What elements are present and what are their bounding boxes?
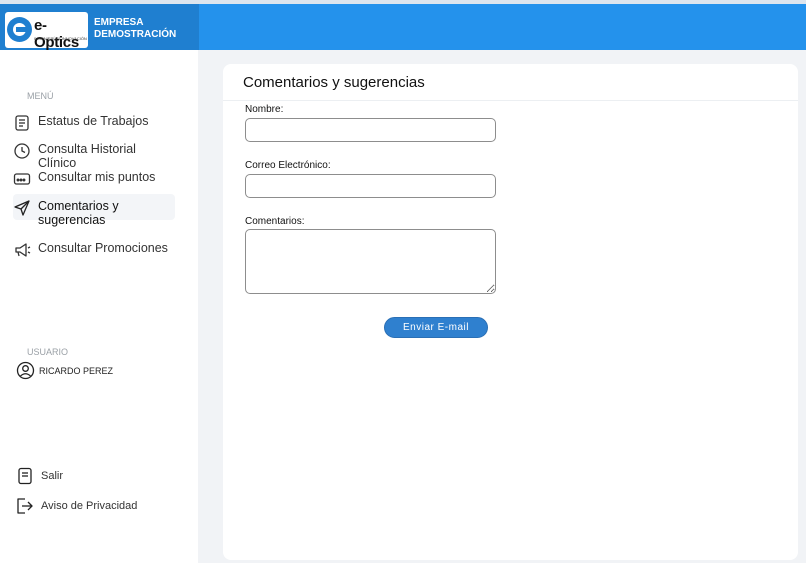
privacy-label: Aviso de Privacidad — [41, 500, 138, 512]
sidebar-item-label: Consulta Historial Clínico — [38, 142, 136, 170]
feedback-card: Comentarios y sugerencias Nombre: Correo… — [223, 64, 798, 560]
comments-textarea[interactable] — [245, 229, 496, 294]
logout-link[interactable]: Salir — [16, 467, 178, 485]
sidebar-item-label: Comentarios y sugerencias — [38, 199, 119, 227]
comments-label: Comentarios: — [245, 216, 305, 227]
logo-name: e-Optics — [34, 17, 79, 51]
megaphone-icon — [13, 241, 31, 259]
sidebar-item-promociones[interactable]: Consultar Promociones — [13, 241, 175, 259]
logout-icon — [16, 467, 34, 485]
logo[interactable]: e-Optics INGENIERÍA & INNOVACIÓN — [5, 12, 88, 51]
company-name: EMPRESA DEMOSTRACIÓN — [94, 17, 176, 41]
user-name: RICARDO PEREZ — [39, 365, 114, 376]
send-icon — [13, 199, 31, 217]
card-icon — [13, 170, 31, 188]
clock-icon — [13, 142, 31, 160]
name-label: Nombre: — [245, 104, 284, 115]
user-info: RICARDO PEREZ — [16, 361, 113, 380]
sidebar-item-label: Estatus de Trabajos — [38, 114, 149, 128]
send-email-button[interactable]: Enviar E-mail — [384, 317, 488, 338]
name-input[interactable] — [245, 118, 496, 142]
brand-area: e-Optics INGENIERÍA & INNOVACIÓN EMPRESA… — [0, 4, 199, 51]
email-input[interactable] — [245, 174, 496, 198]
user-section-label: USUARIO — [27, 347, 69, 357]
logout-label: Salir — [41, 470, 64, 482]
document-list-icon — [13, 114, 31, 132]
email-label: Correo Electrónico: — [245, 160, 331, 171]
company-line-1: EMPRESA — [94, 17, 144, 28]
sidebar-item-estatus-trabajos[interactable]: Estatus de Trabajos — [13, 114, 175, 132]
sidebar-item-label: Consultar Promociones — [38, 241, 168, 255]
user-avatar-icon — [16, 361, 35, 380]
sidebar-item-label: Consultar mis puntos — [38, 170, 156, 184]
sidebar-item-historial-clinico[interactable]: Consulta Historial Clínico — [13, 142, 175, 170]
sidebar-item-comentarios[interactable]: Comentarios y sugerencias — [13, 194, 175, 227]
privacy-link[interactable]: Aviso de Privacidad — [16, 497, 178, 515]
title-divider — [223, 100, 798, 101]
menu-section-label: MENÚ — [27, 91, 54, 101]
company-line-2: DEMOSTRACIÓN — [94, 29, 177, 40]
exit-arrow-icon — [16, 497, 34, 515]
page-title: Comentarios y sugerencias — [243, 74, 425, 91]
e-optics-logo-icon — [7, 17, 32, 42]
sidebar-item-consultar-puntos[interactable]: Consultar mis puntos — [13, 170, 175, 188]
logo-tagline: INGENIERÍA & INNOVACIÓN — [34, 36, 87, 41]
